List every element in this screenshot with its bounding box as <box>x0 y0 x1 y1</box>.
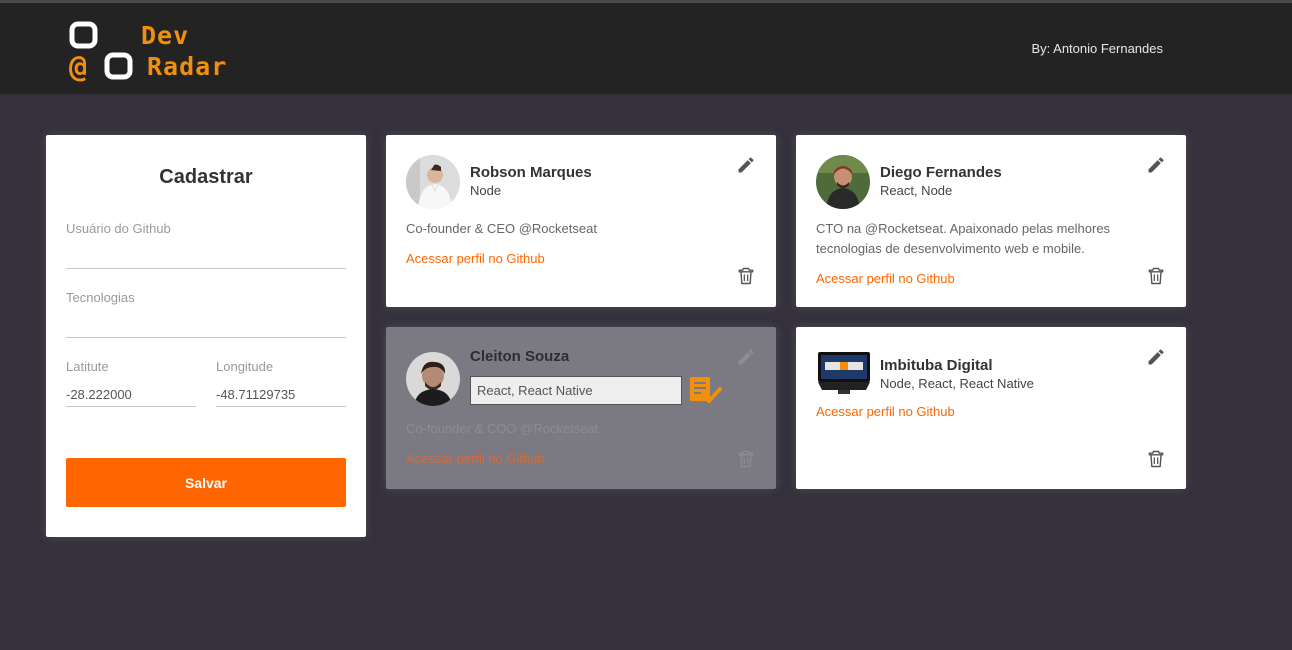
dev-name: Cleiton Souza <box>470 348 570 365</box>
dev-card-editing: Cleiton Souza Co-founder & COO @Rocketse… <box>386 327 776 489</box>
avatar <box>816 155 870 209</box>
dev-bio: CTO na @Rocketseat. Apaixonado pelas mel… <box>816 221 1111 256</box>
pencil-icon[interactable] <box>1146 347 1166 367</box>
save-button[interactable]: Salvar <box>66 458 346 507</box>
logo: @ Dev Radar <box>68 20 248 82</box>
dev-card: Diego Fernandes React, Node CTO na @Rock… <box>796 135 1186 307</box>
edit-techs-input[interactable] <box>470 376 682 405</box>
logo-text-dev: Dev <box>141 21 190 50</box>
avatar <box>816 348 872 398</box>
dev-bio: Co-founder & COO @Rocketseat <box>406 421 599 436</box>
app-header: @ Dev Radar By: Antonio Fernandes <box>0 3 1292 94</box>
github-username-label: Usuário do Github <box>66 221 171 236</box>
register-form-panel: Cadastrar Usuário do Github Tecnologias … <box>46 135 366 537</box>
dev-name: Diego Fernandes <box>880 164 1002 181</box>
techs-label: Tecnologias <box>66 290 135 305</box>
github-profile-link[interactable]: Acessar perfil no Github <box>816 404 955 419</box>
trash-icon[interactable] <box>1146 266 1166 286</box>
form-title: Cadastrar <box>159 166 253 188</box>
checklist-confirm-icon[interactable] <box>688 375 722 405</box>
dev-techs: React, Node <box>880 183 953 198</box>
avatar-image <box>406 155 460 209</box>
github-profile-link[interactable]: Acessar perfil no Github <box>816 271 955 286</box>
avatar-image <box>816 155 870 209</box>
longitude-input[interactable] <box>216 383 346 407</box>
dev-card: Robson Marques Node Co-founder & CEO @Ro… <box>386 135 776 307</box>
latitude-label: Latitute <box>66 359 109 374</box>
author-credit: By: Antonio Fernandes <box>1031 41 1163 56</box>
dev-name: Robson Marques <box>470 164 592 181</box>
logo-text-radar: Radar <box>147 52 228 81</box>
github-profile-link[interactable]: Acessar perfil no Github <box>406 451 545 466</box>
pencil-icon[interactable] <box>1146 155 1166 175</box>
github-profile-link[interactable]: Acessar perfil no Github <box>406 251 545 266</box>
avatar-image <box>406 352 460 406</box>
dev-bio: Co-founder & CEO @Rocketseat <box>406 221 597 236</box>
dev-card: Imbituba Digital Node, React, React Nati… <box>796 327 1186 489</box>
latitude-input[interactable] <box>66 383 196 407</box>
dev-techs: Node, React, React Native <box>880 376 1034 391</box>
svg-text:@: @ <box>69 50 87 82</box>
github-username-input[interactable] <box>66 245 346 269</box>
dev-name: Imbituba Digital <box>880 357 993 374</box>
pencil-icon[interactable] <box>736 347 756 367</box>
techs-input[interactable] <box>66 314 346 338</box>
dev-techs: Node <box>470 183 502 198</box>
logo-mark-icon: @ <box>69 21 133 82</box>
avatar-image <box>816 348 872 398</box>
trash-icon[interactable] <box>736 266 756 286</box>
trash-icon[interactable] <box>736 449 756 469</box>
avatar <box>406 155 460 209</box>
longitude-label: Longitude <box>216 359 274 374</box>
trash-icon[interactable] <box>1146 449 1166 469</box>
avatar <box>406 352 460 406</box>
pencil-icon[interactable] <box>736 155 756 175</box>
